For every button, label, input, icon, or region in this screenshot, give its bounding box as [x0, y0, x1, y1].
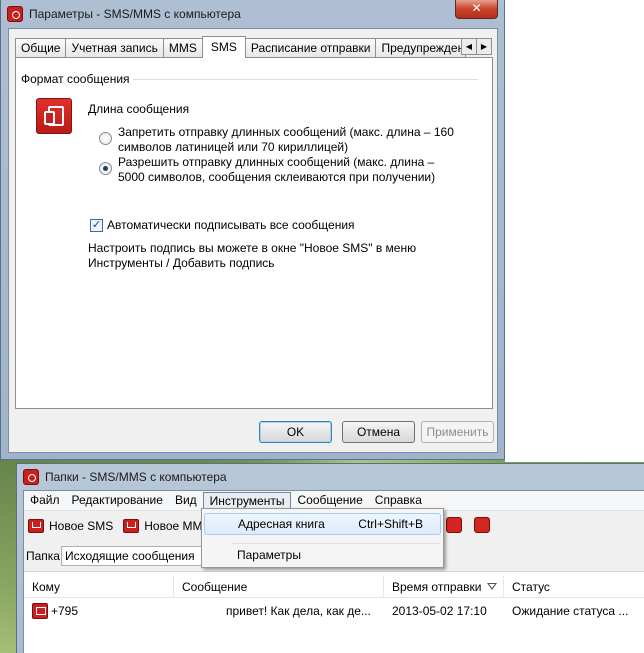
new-sms-label: Новое SMS	[49, 519, 114, 533]
col-message[interactable]: Сообщение	[174, 576, 384, 598]
tab-account[interactable]: Учетная запись	[65, 38, 164, 58]
new-sms-button[interactable]: Новое SMS	[28, 519, 113, 533]
tools-dropdown-menu: Адресная книга Ctrl+Shift+B Параметры	[201, 508, 444, 568]
toolbar-settings-gear-icon[interactable]	[474, 517, 490, 533]
tab-scroll-right-icon[interactable]: ▶	[476, 38, 492, 55]
app-message-icon	[23, 469, 39, 485]
params-window: Параметры - SMS/MMS с компьютера ✕ Общие…	[0, 0, 505, 460]
address-book-shortcut: Ctrl+Shift+B	[358, 517, 423, 531]
list-header: Кому Сообщение Время отправки Статус	[24, 576, 644, 598]
radio-allow-long-label: Разрешить отправку длинных сообщений (ма…	[118, 155, 436, 184]
sort-desc-icon	[487, 583, 497, 590]
tab-general[interactable]: Общие	[15, 38, 67, 58]
auto-sign-checkbox[interactable]: ✓	[90, 218, 103, 232]
radio-forbid-long-label: Запретить отправку длинных сообщений (ма…	[118, 125, 454, 154]
params-client: Общие Учетная запись MMS SMS Расписание …	[8, 28, 498, 453]
menu-item-parameters[interactable]: Параметры	[204, 544, 441, 566]
col-status[interactable]: Статус	[504, 576, 644, 598]
menu-item-address-book[interactable]: Адресная книга Ctrl+Shift+B	[204, 513, 441, 535]
outgoing-sms-icon	[32, 603, 48, 619]
cell-to: +795	[51, 604, 79, 618]
group-divider	[133, 79, 478, 80]
length-label: Длина сообщения	[88, 102, 190, 116]
radio-button-selected[interactable]	[99, 162, 112, 175]
radio-allow-long[interactable]: Разрешить отправку длинных сообщений (ма…	[99, 155, 458, 185]
new-mms-button[interactable]: Новое MMS	[123, 519, 211, 533]
tab-scroll-left-icon[interactable]: ◀	[461, 38, 477, 55]
col-time-label: Время отправки	[392, 580, 482, 594]
menu-view[interactable]: Вид	[169, 491, 203, 510]
tab-mms[interactable]: MMS	[162, 38, 203, 58]
auto-sign-label: Автоматически подписывать все сообщения	[107, 218, 355, 232]
envelope-icon	[28, 519, 44, 533]
table-row[interactable]: +795 привет! Как дела, как де... 2013-05…	[24, 602, 644, 620]
tab-scroll: ◀ ▶	[461, 38, 492, 55]
cell-status: Ожидание статуса ...	[512, 604, 629, 618]
apply-button: Применить	[421, 421, 494, 443]
menu-edit[interactable]: Редактирование	[66, 491, 169, 510]
radio-button[interactable]	[99, 132, 112, 145]
folders-titlebar[interactable]: Папки - SMS/MMS с компьютера	[17, 464, 644, 490]
tab-schedule[interactable]: Расписание отправки	[244, 38, 377, 58]
sms-tab-panel	[15, 57, 493, 409]
tab-warnings[interactable]: Предупреждения	[375, 38, 467, 58]
cell-time: 2013-05-02 17:10	[392, 604, 487, 618]
folders-window-title: Папки - SMS/MMS с компьютера	[45, 470, 227, 484]
params-window-title: Параметры - SMS/MMS с компьютера	[29, 7, 241, 21]
menu-file[interactable]: Файл	[24, 491, 66, 510]
parameters-label: Параметры	[237, 548, 301, 562]
params-tabs: Общие Учетная запись MMS SMS Расписание …	[15, 36, 467, 58]
tab-sms[interactable]: SMS	[201, 36, 246, 58]
signature-hint: Настроить подпись вы можете в окне "Ново…	[88, 241, 417, 270]
desktop-blank-area	[505, 0, 644, 462]
message-format-icon	[36, 98, 72, 134]
folder-select[interactable]: Исходящие сообщения	[61, 546, 211, 566]
group-title: Формат сообщения	[21, 72, 130, 86]
params-titlebar[interactable]: Параметры - SMS/MMS с компьютера	[1, 0, 504, 28]
cell-message: привет! Как дела, как де...	[226, 604, 371, 618]
app-gear-icon	[7, 6, 23, 22]
messages-list: Кому Сообщение Время отправки Статус +79…	[24, 571, 644, 653]
close-button[interactable]: ✕	[455, 0, 498, 19]
ok-button[interactable]: OK	[259, 421, 332, 443]
address-book-label: Адресная книга	[238, 517, 325, 531]
col-time[interactable]: Время отправки	[384, 576, 504, 598]
auto-sign-checkbox-row[interactable]: ✓ Автоматически подписывать все сообщени…	[90, 218, 355, 232]
col-to[interactable]: Кому	[24, 576, 174, 598]
radio-forbid-long[interactable]: Запретить отправку длинных сообщений (ма…	[99, 125, 458, 155]
folder-label: Папка	[26, 549, 60, 563]
cancel-button[interactable]: Отмена	[342, 421, 415, 443]
mms-envelope-icon	[123, 519, 140, 533]
toolbar-sms-icon[interactable]	[446, 517, 462, 533]
